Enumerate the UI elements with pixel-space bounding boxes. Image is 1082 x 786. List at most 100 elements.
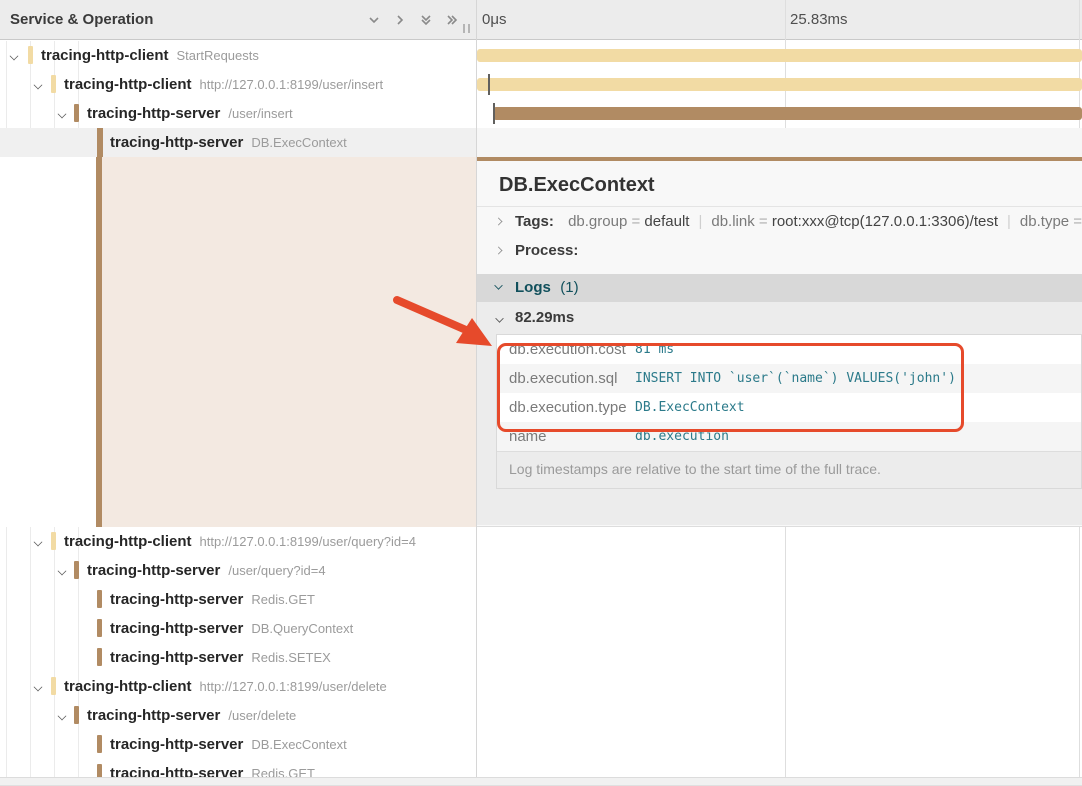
span-row-label: tracing-http-serverDB.ExecContext: [0, 128, 476, 157]
span-row[interactable]: tracing-http-serverRedis.SETEX: [0, 643, 476, 672]
log-entry-header[interactable]: 82.29ms: [496, 302, 1082, 334]
service-name: tracing-http-client: [64, 76, 192, 93]
operation-name: DB.ExecContext: [251, 135, 346, 150]
span-row[interactable]: tracing-http-server/user/query?id=4: [0, 556, 476, 585]
span-row-label: tracing-http-clienthttp://127.0.0.1:8199…: [0, 527, 476, 556]
timeline-row[interactable]: [477, 99, 1082, 128]
log-field-key: db.execution.sql: [497, 364, 635, 393]
double-chevron-right-icon[interactable]: [444, 12, 460, 28]
logs-section-header[interactable]: Logs (1): [477, 274, 1082, 302]
chevron-down-icon[interactable]: [58, 567, 66, 575]
tags-label: Tags:: [515, 213, 554, 230]
span-color-bar: [74, 561, 79, 579]
log-field-row[interactable]: namedb.execution: [497, 422, 1081, 451]
span-row[interactable]: tracing-http-server Redis.GET: [0, 585, 476, 614]
service-name: tracing-http-server: [87, 707, 220, 724]
log-field-key: db.execution.cost: [497, 335, 635, 364]
span-tree: tracing-http-clientStartRequests tracing-…: [0, 41, 476, 786]
span-row-label: tracing-http-server/user/delete: [0, 701, 476, 730]
chevron-down-icon[interactable]: [58, 712, 66, 720]
tags-summary-row[interactable]: Tags: db.group = default|db.link = root:…: [477, 207, 1082, 236]
chevron-down-icon[interactable]: [495, 282, 503, 290]
service-name: tracing-http-client: [64, 678, 192, 695]
expanded-span-background: [102, 157, 476, 527]
span-color-bar: [51, 532, 56, 550]
span-color-bar: [74, 104, 79, 122]
log-fields-table: db.execution.cost81 msdb.execution.sqlIN…: [496, 334, 1082, 489]
span-row[interactable]: tracing-http-client http://127.0.0.1:8199…: [0, 70, 476, 99]
chevron-right-icon[interactable]: [495, 247, 502, 254]
column-resizer-handle[interactable]: [463, 24, 470, 33]
log-field-row[interactable]: db.execution.cost81 ms: [497, 335, 1081, 364]
span-row[interactable]: tracing-http-clienthttp://127.0.0.1:8199…: [0, 527, 476, 556]
log-field-value: db.execution: [635, 422, 729, 451]
bottom-scrollbar-track[interactable]: [0, 777, 1082, 785]
operation-name: http://127.0.0.1:8199/user/insert: [200, 77, 384, 92]
span-row-label: tracing-http-server DB.ExecContext: [0, 730, 476, 759]
chevron-down-icon[interactable]: [496, 315, 504, 323]
operation-name: DB.ExecContext: [251, 737, 346, 752]
tree-rows-bottom: tracing-http-client http://127.0.0.1:8199…: [0, 527, 476, 786]
tree-rows-top: tracing-http-clientStartRequeststracing-…: [0, 41, 476, 157]
span-color-bar: [51, 677, 56, 695]
operation-name: http://127.0.0.1:8199/user/query?id=4: [200, 534, 416, 549]
service-operation-title: Service & Operation: [10, 0, 153, 40]
service-name: tracing-http-server: [110, 591, 243, 608]
process-summary-row[interactable]: Process:: [477, 236, 1082, 265]
logs-label: Logs: [515, 279, 551, 296]
span-color-bar: [97, 648, 102, 666]
tag-item: db.type = mysql: [1020, 213, 1082, 230]
tag-separator: |: [1007, 213, 1011, 230]
log-field-row[interactable]: db.execution.sqlINSERT INTO `user`(`name…: [497, 364, 1081, 393]
span-row[interactable]: tracing-http-server DB.QueryContext: [0, 614, 476, 643]
expanded-span-region: [0, 157, 476, 527]
chevron-right-icon[interactable]: [495, 218, 502, 225]
chevron-down-icon[interactable]: [34, 81, 42, 89]
span-duration-bar[interactable]: [493, 107, 1082, 120]
operation-name: DB.QueryContext: [251, 621, 353, 636]
span-row[interactable]: tracing-http-server/user/insert: [0, 99, 476, 128]
log-field-row[interactable]: db.execution.typeDB.ExecContext: [497, 393, 1081, 422]
span-row[interactable]: tracing-http-serverDB.ExecContext: [0, 128, 476, 157]
span-row[interactable]: tracing-http-server/user/delete: [0, 701, 476, 730]
service-name: tracing-http-server: [87, 105, 220, 122]
operation-name: http://127.0.0.1:8199/user/delete: [200, 679, 387, 694]
log-field-value: INSERT INTO `user`(`name`) VALUES('john'…: [635, 364, 956, 393]
timeline-row[interactable]: [477, 41, 1082, 70]
operation-name: /user/delete: [228, 708, 296, 723]
chevron-down-icon[interactable]: [366, 12, 382, 28]
span-row-label: tracing-http-server/user/query?id=4: [0, 556, 476, 585]
chevron-down-icon[interactable]: [34, 538, 42, 546]
double-chevron-down-icon[interactable]: [418, 12, 434, 28]
timeline-rows: [477, 41, 1082, 157]
chevron-down-icon[interactable]: [10, 52, 18, 60]
chevron-down-icon[interactable]: [58, 110, 66, 118]
service-name: tracing-http-server: [110, 620, 243, 637]
span-color-bar: [97, 619, 102, 637]
chevron-down-icon[interactable]: [34, 683, 42, 691]
chevron-right-icon[interactable]: [392, 12, 408, 28]
trace-viewer: Service & Operation: [0, 0, 1082, 786]
span-detail-title: DB.ExecContext: [477, 161, 1082, 207]
span-row[interactable]: tracing-http-server DB.ExecContext: [0, 730, 476, 759]
span-duration-bar[interactable]: [477, 49, 1082, 62]
span-row[interactable]: tracing-http-client http://127.0.0.1:8199…: [0, 672, 476, 701]
span-row-label: tracing-http-server/user/insert: [0, 99, 476, 128]
service-name: tracing-http-server: [110, 736, 243, 753]
span-row[interactable]: tracing-http-clientStartRequests: [0, 41, 476, 70]
span-row-label: tracing-http-client http://127.0.0.1:8199…: [0, 672, 476, 701]
timeline-row[interactable]: [477, 70, 1082, 99]
operation-name: Redis.SETEX: [251, 650, 330, 665]
log-entry-timestamp: 82.29ms: [515, 309, 574, 326]
timeline-row[interactable]: [477, 128, 1082, 157]
operation-name: Redis.GET: [251, 592, 315, 607]
span-row-label: tracing-http-serverRedis.SETEX: [0, 643, 476, 672]
span-row-label: tracing-http-clientStartRequests: [0, 41, 476, 70]
span-duration-bar[interactable]: [477, 78, 1082, 91]
span-detail-panel: DB.ExecContext Tags: db.group = default|…: [477, 161, 1082, 527]
span-color-bar: [97, 735, 102, 753]
timeline-tick-start: 0μs: [482, 0, 507, 40]
span-color-bar: [74, 706, 79, 724]
process-label: Process:: [515, 242, 578, 259]
log-footer-note: Log timestamps are relative to the start…: [497, 451, 1081, 488]
